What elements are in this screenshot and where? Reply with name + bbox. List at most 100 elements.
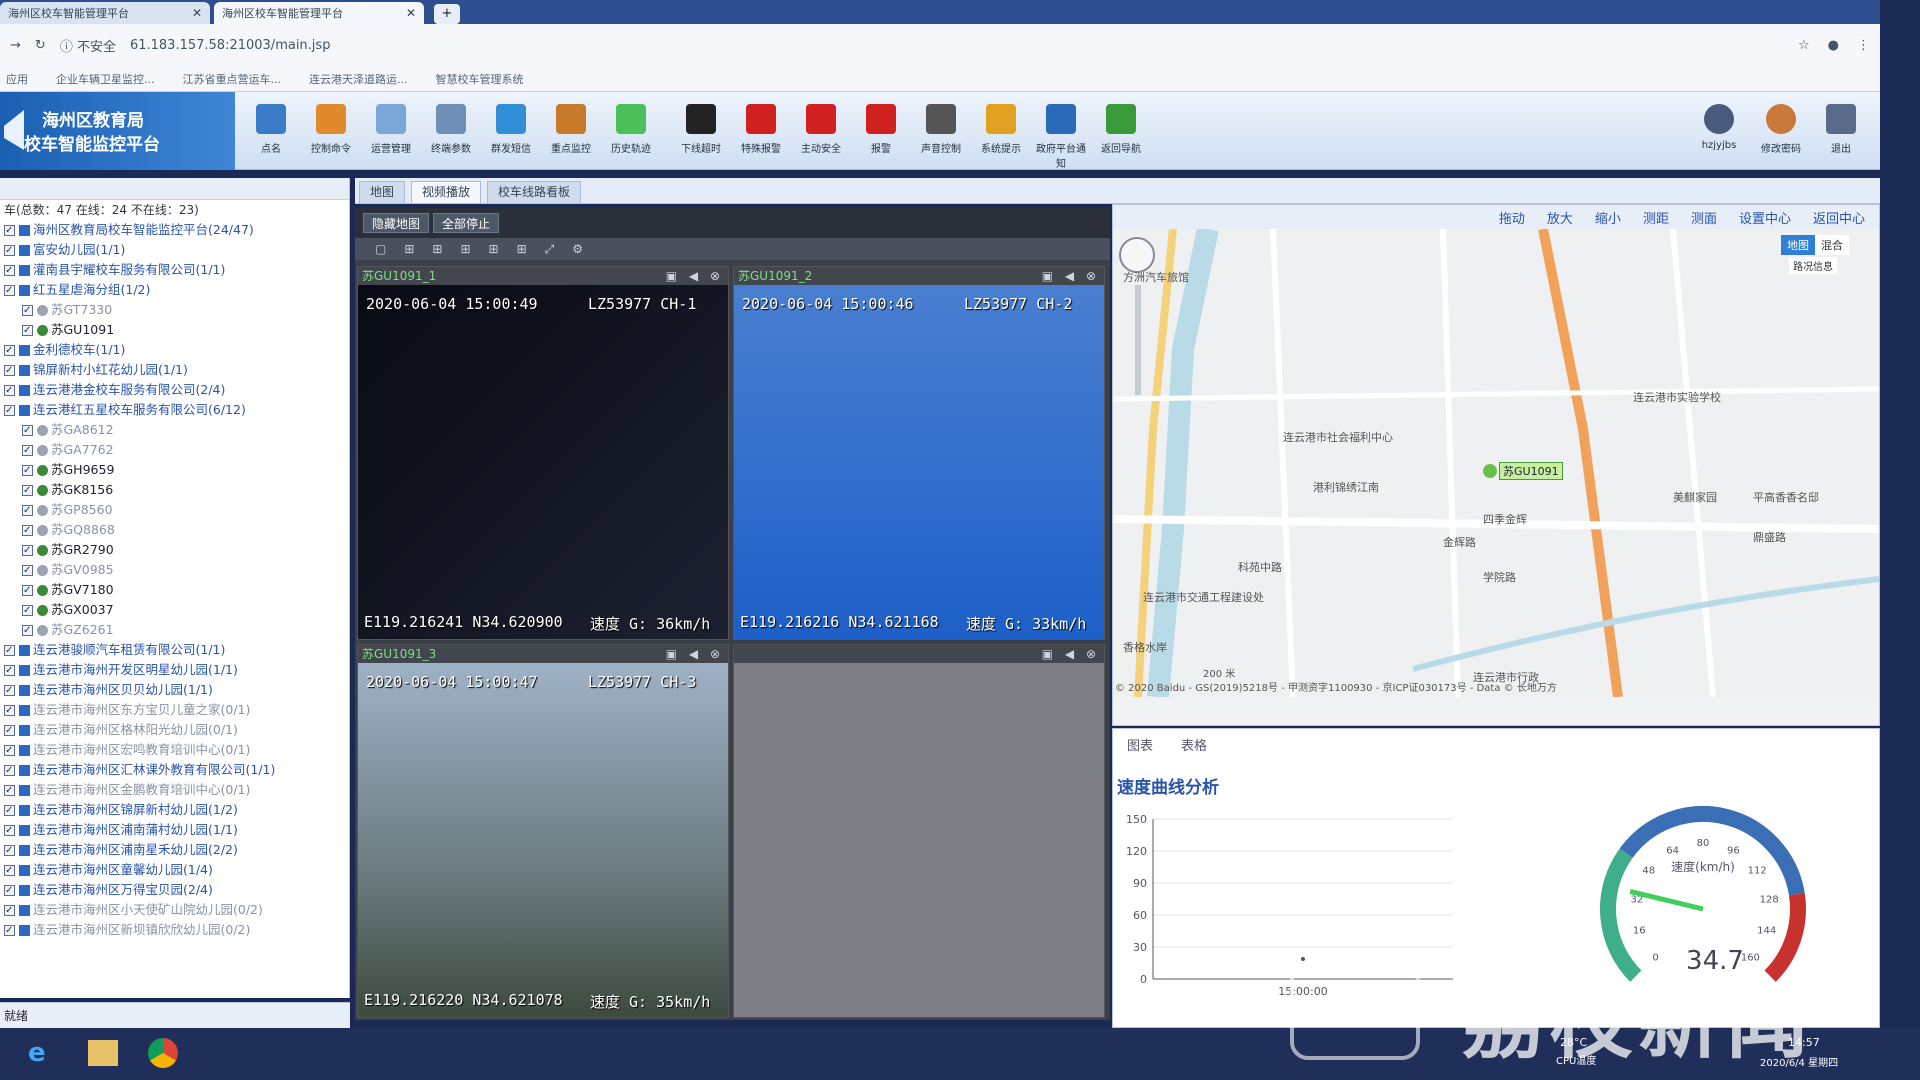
- toolbar-button-9[interactable]: 主动安全: [792, 98, 850, 164]
- tree-group[interactable]: 连云港骏顺汽车租赁有限公司(1/1): [0, 640, 349, 660]
- video-cell[interactable]: 苏GU1091_3 ▣ ◀ ⊗ 2020-06-04 15:00:47 LZ53977…: [357, 644, 729, 1018]
- profile-icon[interactable]: ●: [1828, 38, 1839, 53]
- tree-vehicle[interactable]: 苏GH9659: [0, 460, 349, 480]
- bookmark-item[interactable]: 江苏省重点营运车...: [183, 71, 282, 87]
- checkbox[interactable]: [4, 821, 15, 840]
- close-icon[interactable]: ✕: [192, 6, 202, 20]
- checkbox[interactable]: [4, 681, 15, 700]
- checkbox[interactable]: [22, 481, 33, 500]
- toolbar-button-13[interactable]: 政府平台通知: [1032, 98, 1090, 170]
- zoom-slider[interactable]: [1135, 285, 1141, 395]
- bookmark-item[interactable]: 企业车辆卫星监控...: [56, 71, 155, 87]
- tree-group[interactable]: 锦屏新村小红花幼儿园(1/1): [0, 360, 349, 380]
- tree-group[interactable]: 红五星虐海分组(1/2): [0, 280, 349, 300]
- tree-vehicle[interactable]: 苏GR2790: [0, 540, 349, 560]
- layout-1-icon[interactable]: ▢: [375, 242, 386, 256]
- map-tool-button[interactable]: 放大: [1547, 208, 1573, 227]
- checkbox[interactable]: [4, 901, 15, 920]
- toolbar-button-2[interactable]: 运营管理: [362, 98, 420, 164]
- checkbox[interactable]: [22, 461, 33, 480]
- layout-6-icon[interactable]: ⊞: [432, 242, 442, 256]
- checkbox[interactable]: [4, 701, 15, 720]
- bookmark-item[interactable]: 智慧校车管理系统: [436, 71, 524, 87]
- checkbox[interactable]: [4, 241, 15, 260]
- tab-chart[interactable]: 图表: [1127, 735, 1153, 757]
- checkbox[interactable]: [22, 501, 33, 520]
- browser-tab-1[interactable]: 海州区校车智能管理平台 ✕: [0, 2, 210, 24]
- tree-vehicle[interactable]: 苏GP8560: [0, 500, 349, 520]
- checkbox[interactable]: [4, 261, 15, 280]
- checkbox[interactable]: [4, 861, 15, 880]
- tree-vehicle[interactable]: 苏GV7180: [0, 580, 349, 600]
- checkbox[interactable]: [22, 541, 33, 560]
- checkbox[interactable]: [22, 521, 33, 540]
- checkbox[interactable]: [4, 921, 15, 940]
- checkbox[interactable]: [22, 321, 33, 340]
- layout-16-icon[interactable]: ⊞: [517, 242, 527, 256]
- checkbox[interactable]: [22, 421, 33, 440]
- tree-group[interactable]: 连云港市海州区汇林课外教育有限公司(1/1): [0, 760, 349, 780]
- tree-group[interactable]: 灌南县宇耀校车服务有限公司(1/1): [0, 260, 349, 280]
- fullscreen-icon[interactable]: ⤢: [545, 242, 555, 257]
- map-type-map[interactable]: 地图: [1781, 235, 1815, 255]
- layout-4-icon[interactable]: ⊞: [404, 242, 414, 256]
- checkbox[interactable]: [22, 441, 33, 460]
- vehicle-marker[interactable]: 苏GU1091: [1483, 462, 1563, 480]
- tree-group[interactable]: 金利德校车(1/1): [0, 340, 349, 360]
- tab-table[interactable]: 表格: [1181, 735, 1207, 757]
- checkbox[interactable]: [4, 741, 15, 760]
- folder-icon[interactable]: [88, 1040, 118, 1066]
- logout-button[interactable]: 退出: [1812, 98, 1870, 164]
- url-field[interactable]: 61.183.157.58:21003/main.jsp: [130, 38, 330, 53]
- tree-group[interactable]: 连云港市海州区小天使矿山院幼儿园(0/2): [0, 900, 349, 920]
- checkbox[interactable]: [4, 721, 15, 740]
- checkbox[interactable]: [22, 581, 33, 600]
- checkbox[interactable]: [4, 281, 15, 300]
- star-icon[interactable]: ☆: [1798, 38, 1810, 53]
- checkbox[interactable]: [4, 381, 15, 400]
- toolbar-button-6[interactable]: 历史轨迹: [602, 98, 660, 164]
- toolbar-button-1[interactable]: 控制命令: [302, 98, 360, 164]
- tree-group[interactable]: 连云港市海州区新坝镇欣欣幼儿园(0/2): [0, 920, 349, 940]
- tree-group[interactable]: 连云港市海州区格林阳光幼儿园(0/1): [0, 720, 349, 740]
- ie-icon[interactable]: e: [28, 1038, 46, 1068]
- tree-vehicle[interactable]: 苏GK8156: [0, 480, 349, 500]
- video-cell[interactable]: ▣ ◀ ⊗: [733, 644, 1105, 1018]
- map-tool-button[interactable]: 缩小: [1595, 208, 1621, 227]
- map-tool-button[interactable]: 测距: [1643, 208, 1669, 227]
- checkbox[interactable]: [4, 761, 15, 780]
- layout-8-icon[interactable]: ⊞: [460, 242, 470, 256]
- video-cell-controls[interactable]: ▣ ◀ ⊗: [1042, 645, 1104, 663]
- checkbox[interactable]: [22, 621, 33, 640]
- checkbox[interactable]: [4, 841, 15, 860]
- tree-group[interactable]: 连云港市海州区东方宝贝儿童之家(0/1): [0, 700, 349, 720]
- tree-vehicle[interactable]: 苏GZ6261: [0, 620, 349, 640]
- checkbox[interactable]: [4, 341, 15, 360]
- change-password-button[interactable]: 修改密码: [1752, 98, 1810, 164]
- tree-vehicle[interactable]: 苏GA8612: [0, 420, 349, 440]
- toolbar-button-14[interactable]: 返回导航: [1092, 98, 1150, 164]
- checkbox[interactable]: [4, 661, 15, 680]
- tree-group[interactable]: 连云港市海州区锦屏新村幼儿园(1/2): [0, 800, 349, 820]
- new-tab-icon[interactable]: +: [434, 4, 460, 24]
- bookmark-item[interactable]: 应用: [6, 71, 28, 87]
- video-cell[interactable]: 苏GU1091_1 ▣ ◀ ⊗ 2020-06-04 15:00:49 LZ53977…: [357, 266, 729, 640]
- tree-group[interactable]: 连云港市海州区贝贝幼儿园(1/1): [0, 680, 349, 700]
- checkbox[interactable]: [4, 881, 15, 900]
- tree-group[interactable]: 连云港港金校车服务有限公司(2/4): [0, 380, 349, 400]
- toolbar-button-0[interactable]: 点名: [242, 98, 300, 164]
- toolbar-button-3[interactable]: 终端参数: [422, 98, 480, 164]
- tree-group[interactable]: 连云港市海州开发区明星幼儿园(1/1): [0, 660, 349, 680]
- checkbox[interactable]: [4, 781, 15, 800]
- user-button[interactable]: hzjyjbs: [1690, 98, 1748, 164]
- toolbar-button-7[interactable]: 下线超时: [672, 98, 730, 164]
- tree-vehicle[interactable]: 苏GV0985: [0, 560, 349, 580]
- toolbar-button-11[interactable]: 声音控制: [912, 98, 970, 164]
- tree-root[interactable]: 海州区教育局校车智能监控平台(24/47): [0, 220, 349, 240]
- video-cell-controls[interactable]: ▣ ◀ ⊗: [666, 267, 728, 285]
- toolbar-button-12[interactable]: 系统提示: [972, 98, 1030, 164]
- checkbox[interactable]: [4, 641, 15, 660]
- settings-icon[interactable]: ⚙: [572, 242, 583, 256]
- checkbox[interactable]: [4, 361, 15, 380]
- tree-group[interactable]: 连云港市海州区宏鸣教育培训中心(0/1): [0, 740, 349, 760]
